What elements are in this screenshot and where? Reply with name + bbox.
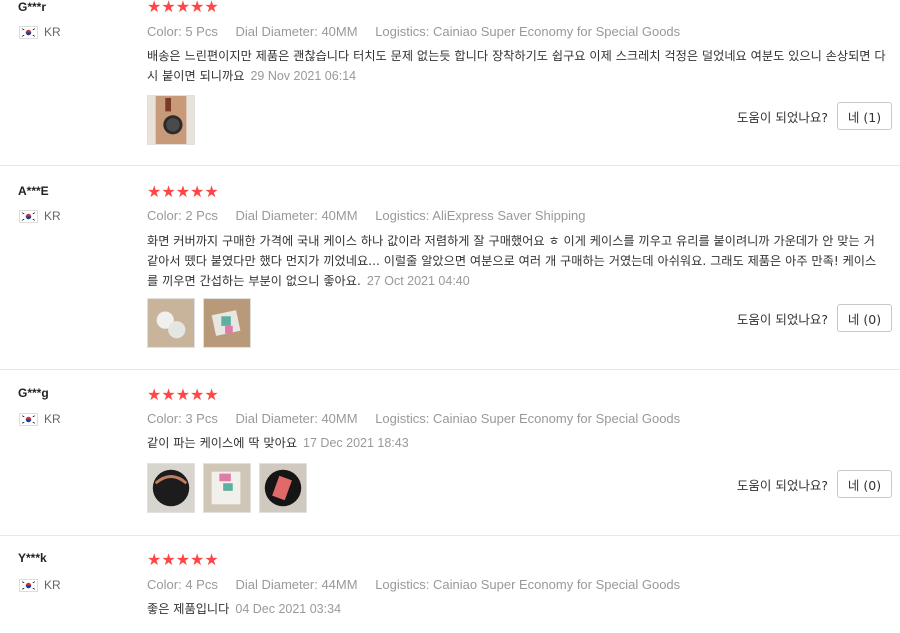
color-value: 4 Pcs [185,577,218,592]
color-label: Color: [147,411,182,426]
helpful-question: 도움이 되었나요? [736,109,828,125]
review-text: 좋은 제품입니다 04 Dec 2021 03:34 [147,599,887,619]
country-code: KR [44,209,61,223]
review-date: 04 Dec 2021 03:34 [235,602,342,616]
dial-label: Dial Diameter: [235,577,318,592]
review-photo-thumbnail[interactable] [259,463,307,513]
reviewer-country: KR [19,578,61,592]
watch-on-wrist-photo [148,96,194,144]
clear-cases-photo [148,299,194,347]
logistics-value: Cainiao Super Economy for Special Goods [433,577,681,592]
dial-value: 44MM [321,577,358,592]
review-photo-thumbnail[interactable] [147,463,195,513]
star-rating: ★★★★★ [147,550,219,569]
korea-flag-icon [19,209,38,223]
review-date: 17 Dec 2021 18:43 [303,436,409,450]
korea-flag-icon [19,578,38,592]
country-code: KR [44,578,61,592]
color-label: Color: [147,24,182,39]
color-value: 5 Pcs [185,24,218,39]
helpful-question: 도움이 되었나요? [736,311,828,327]
logistics-value: Cainiao Super Economy for Special Goods [433,24,681,39]
reviewer-name: Y***k [18,551,47,565]
review-item: Y***k KR ★★★★★ Color: 4 Pcs Dial Diamete… [0,536,900,633]
reviewer-name: A***E [18,184,49,198]
helpful-yes-button[interactable]: 네 (1) [837,102,892,130]
reviewer-country: KR [19,209,61,223]
reviewer-country: KR [19,25,61,39]
reviewer-name: G***r [18,0,47,14]
helpful-section: 도움이 되었나요? 네 (0) [737,304,892,332]
dial-label: Dial Diameter: [235,208,318,223]
helpful-yes-button[interactable]: 네 (0) [837,304,892,332]
dial-value: 40MM [321,208,358,223]
dial-label: Dial Diameter: [235,24,318,39]
helpful-section: 도움이 되었나요? 네 (0) [737,470,892,498]
review-attributes: Color: 2 Pcs Dial Diameter: 40MM Logisti… [147,208,600,223]
star-rating: ★★★★★ [147,182,219,201]
color-value: 2 Pcs [185,208,218,223]
review-item: G***g KR ★★★★★ Color: 3 Pcs Dial Diamete… [0,370,900,536]
review-photo-thumbnail[interactable] [203,463,251,513]
logistics-label: Logistics: [375,577,430,592]
review-photo-thumbnail[interactable] [147,298,195,348]
reviewer-name: G***g [18,386,49,400]
review-body: 좋은 제품입니다 [147,602,230,616]
star-rating: ★★★★★ [147,385,219,404]
color-label: Color: [147,208,182,223]
helpful-section: 도움이 되었나요? 네 (1) [737,102,892,130]
review-photos [147,463,307,513]
watch-face-photo [148,464,194,512]
review-text: 화면 커버까지 구매한 가격에 국내 케이스 하나 값이라 저렴하게 잘 구매했… [147,231,887,291]
review-photos [147,95,195,145]
helpful-yes-button[interactable]: 네 (0) [837,470,892,498]
star-rating: ★★★★★ [147,0,219,16]
logistics-label: Logistics: [375,208,430,223]
review-date: 27 Oct 2021 04:40 [366,274,470,288]
color-value: 3 Pcs [185,411,218,426]
review-body: 같이 파는 케이스에 딱 맞아요 [147,436,298,450]
watch-with-protector-photo [260,464,306,512]
logistics-label: Logistics: [375,411,430,426]
dial-value: 40MM [321,411,358,426]
review-item: G***r KR ★★★★★ Color: 5 Pcs Dial Diamete… [0,0,900,166]
review-date: 29 Nov 2021 06:14 [250,69,357,83]
korea-flag-icon [19,412,38,426]
dial-value: 40MM [321,24,358,39]
korea-flag-icon [19,25,38,39]
review-item: A***E KR ★★★★★ Color: 2 Pcs Dial Diamete… [0,166,900,370]
review-text: 배송은 느린편이지만 제품은 괜찮습니다 터치도 문제 없는듯 합니다 장착하기… [147,46,887,86]
review-photo-thumbnail[interactable] [203,298,251,348]
dial-label: Dial Diameter: [235,411,318,426]
package-photo [204,464,250,512]
review-attributes: Color: 4 Pcs Dial Diameter: 44MM Logisti… [147,577,694,592]
logistics-value: Cainiao Super Economy for Special Goods [433,411,681,426]
review-photo-thumbnail[interactable] [147,95,195,145]
review-attributes: Color: 5 Pcs Dial Diameter: 40MM Logisti… [147,24,694,39]
logistics-value: AliExpress Saver Shipping [432,208,586,223]
logistics-label: Logistics: [375,24,430,39]
review-body: 화면 커버까지 구매한 가격에 국내 케이스 하나 값이라 저렴하게 잘 구매했… [147,234,877,288]
country-code: KR [44,412,61,426]
screen-protector-package-photo [204,299,250,347]
country-code: KR [44,25,61,39]
reviewer-country: KR [19,412,61,426]
review-photos [147,298,251,348]
review-attributes: Color: 3 Pcs Dial Diameter: 40MM Logisti… [147,411,694,426]
helpful-question: 도움이 되었나요? [736,477,828,493]
review-text: 같이 파는 케이스에 딱 맞아요 17 Dec 2021 18:43 [147,433,887,453]
color-label: Color: [147,577,182,592]
